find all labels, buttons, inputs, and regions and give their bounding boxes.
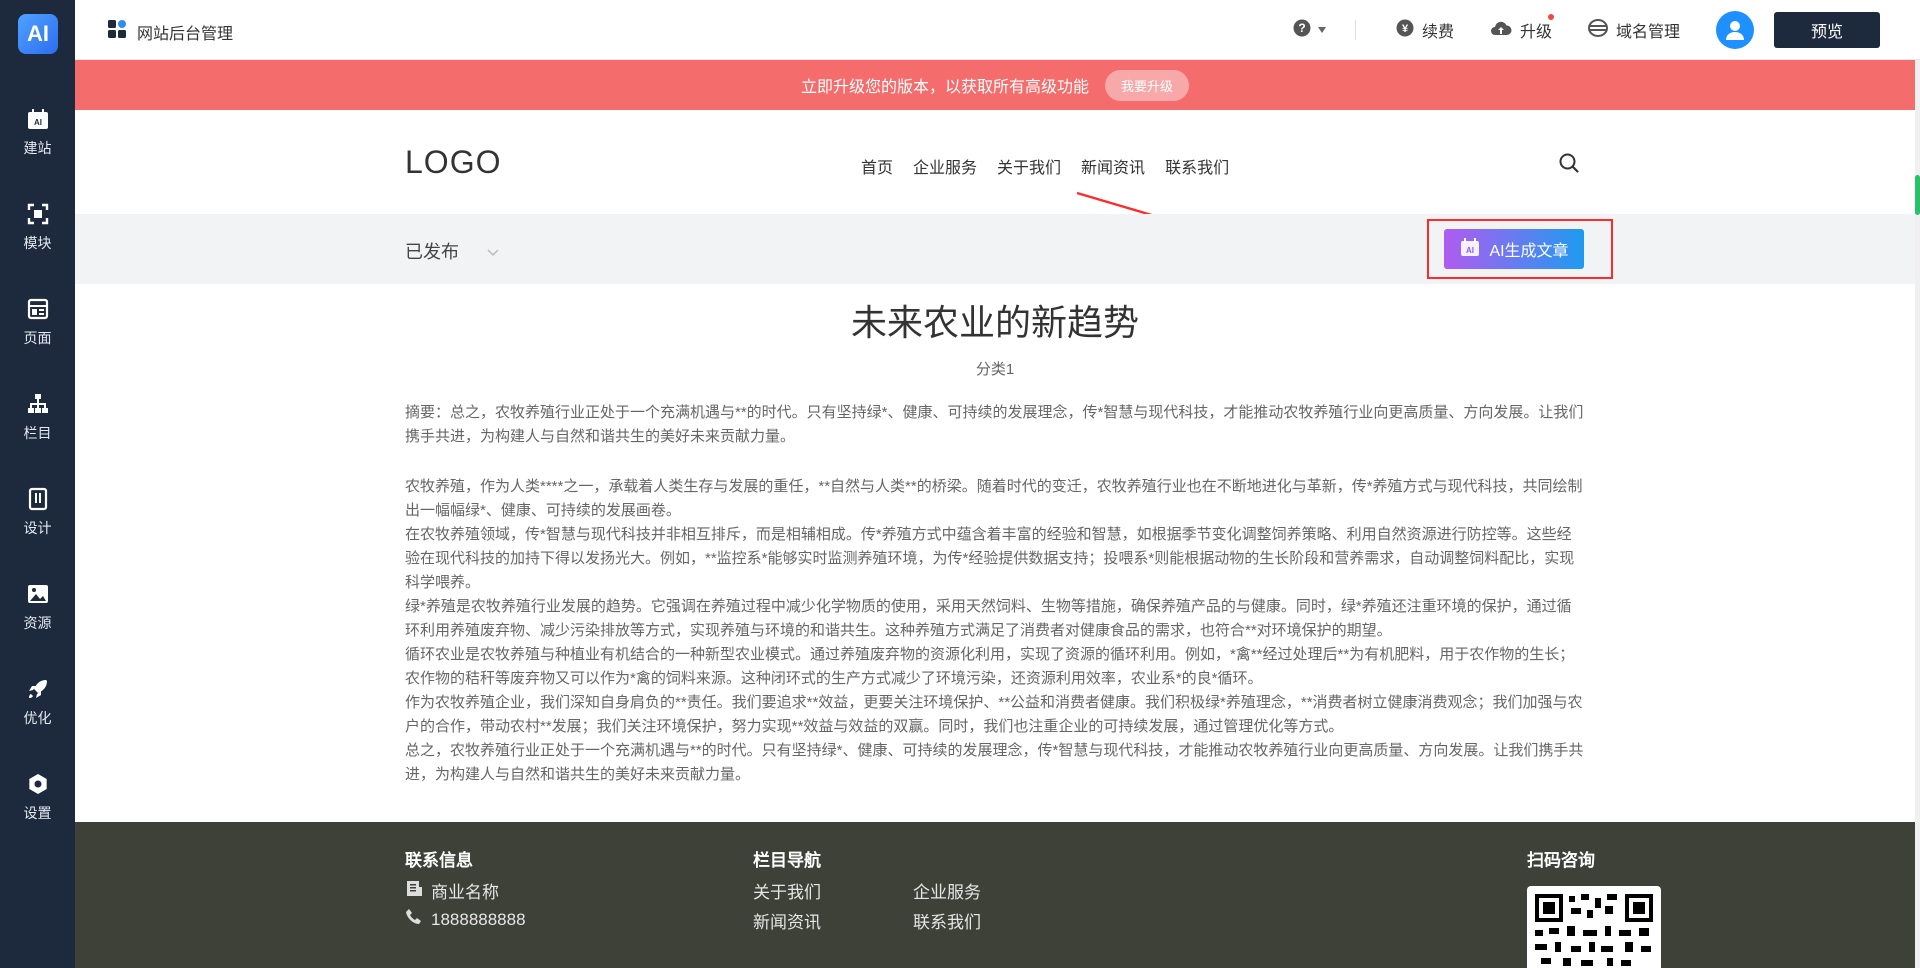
help-dropdown[interactable]: ? bbox=[1293, 19, 1327, 42]
sidebar-item-label: 设计 bbox=[23, 520, 52, 536]
article: 未来农业的新趋势 分类1 摘要：总之，农牧养殖行业正处于一个充满机遇与**的时代… bbox=[405, 284, 1585, 787]
divider bbox=[1354, 20, 1356, 40]
article-paragraph: 农牧养殖，作为人类****之一，承载着人类生存与发展的重任，**自然与人类**的… bbox=[405, 478, 1583, 519]
brand-title: 网站后台管理 bbox=[137, 25, 234, 43]
domain-icon bbox=[1587, 18, 1608, 42]
upgrade-link[interactable]: 升级 bbox=[1490, 14, 1554, 42]
sidebar-item-label: 设置 bbox=[23, 805, 52, 821]
sidebar-item-design[interactable]: 设计 bbox=[0, 482, 75, 562]
renew-link[interactable]: ¥ 续费 bbox=[1396, 18, 1454, 42]
article-paragraph: 绿*养殖是农牧养殖行业发展的趋势。它强调在养殖过程中减少化学物质的使用，采用天然… bbox=[405, 598, 1572, 639]
domain-link[interactable]: 域名管理 bbox=[1587, 18, 1680, 42]
search-icon[interactable] bbox=[1558, 152, 1580, 179]
caret-down-icon bbox=[1317, 21, 1327, 39]
upgrade-banner-text: 立即升级您的版本，以获取所有高级功能 bbox=[800, 79, 1089, 96]
site-nav: 首页 企业服务 关于我们 新闻资讯 联系我们 bbox=[861, 154, 1229, 178]
site-header: LOGO 首页 企业服务 关于我们 新闻资讯 联系我们 bbox=[75, 110, 1915, 244]
nav-item-contact[interactable]: 联系我们 bbox=[1165, 154, 1229, 178]
chevron-down-icon bbox=[487, 241, 499, 262]
sidebar-item-site[interactable]: AI 建站 bbox=[0, 102, 75, 182]
sidebar-item-settings[interactable]: 设置 bbox=[0, 767, 75, 847]
sidebar: AI AI 建站 模块 页面 栏目 设计 资源 优化 设置 bbox=[0, 0, 75, 968]
help-icon: ? bbox=[1293, 19, 1311, 42]
gear-icon bbox=[25, 771, 51, 797]
upgrade-banner: 立即升级您的版本，以获取所有高级功能 我要升级 bbox=[75, 60, 1915, 110]
scrollbar-thumb[interactable] bbox=[1915, 175, 1920, 215]
user-icon bbox=[1726, 21, 1744, 40]
sidebar-item-label: 资源 bbox=[23, 615, 52, 631]
renew-icon: ¥ bbox=[1396, 19, 1414, 42]
article-paragraph: 循环农业是农牧养殖与种植业有机结合的一种新型农业模式。通过养殖废弃物的资源化利用… bbox=[405, 646, 1575, 687]
ai-generate-article-button[interactable]: AI AI生成文章 bbox=[1444, 229, 1584, 269]
page-icon bbox=[25, 296, 51, 322]
ai-icon: AI bbox=[1459, 236, 1481, 263]
phone-icon bbox=[405, 908, 423, 931]
svg-text:¥: ¥ bbox=[1402, 23, 1409, 35]
footer-nav-contact[interactable]: 联系我们 bbox=[913, 908, 981, 933]
site-footer: 联系信息 商业名称 1888888888 栏目导航 关于我们 企业服务 新闻资讯… bbox=[75, 822, 1915, 968]
preview-button[interactable]: 预览 bbox=[1774, 12, 1880, 48]
sidebar-item-optimize[interactable]: 优化 bbox=[0, 672, 75, 752]
footer-contact-title: 联系信息 bbox=[405, 851, 473, 870]
article-paragraph: 在农牧养殖领域，传*智慧与现代科技并非相互排斥，而是相辅相成。传*养殖方式中蕴含… bbox=[405, 526, 1575, 591]
sidebar-item-label: 栏目 bbox=[23, 425, 52, 441]
article-summary: 摘要：总之，农牧养殖行业正处于一个充满机遇与**的时代。只有坚持绿*、健康、可持… bbox=[405, 404, 1584, 445]
site-logo[interactable]: LOGO bbox=[405, 144, 501, 181]
footer-company: 商业名称 bbox=[405, 878, 499, 903]
footer-nav-services[interactable]: 企业服务 bbox=[913, 878, 981, 903]
footer-phone-number: 1888888888 bbox=[431, 909, 526, 929]
image-icon bbox=[25, 581, 51, 607]
cloud-upload-icon bbox=[1490, 19, 1512, 42]
status-dropdown[interactable]: 已发布 bbox=[405, 238, 499, 264]
svg-text:?: ? bbox=[1298, 21, 1305, 35]
domain-label: 域名管理 bbox=[1615, 24, 1680, 41]
footer-nav-about[interactable]: 关于我们 bbox=[753, 878, 821, 903]
article-paragraph: 总之，农牧养殖行业正处于一个充满机遇与**的时代。只有坚持绿*、健康、可持续的发… bbox=[405, 742, 1584, 783]
sidebar-item-label: 模块 bbox=[23, 235, 52, 251]
footer-qr-title: 扫码咨询 bbox=[1527, 851, 1595, 870]
svg-text:AI: AI bbox=[1466, 246, 1474, 255]
nav-item-about[interactable]: 关于我们 bbox=[997, 154, 1061, 178]
app-logo[interactable]: AI bbox=[18, 14, 58, 54]
footer-nav-title: 栏目导航 bbox=[753, 851, 821, 870]
building-icon bbox=[405, 879, 423, 902]
footer-phone: 1888888888 bbox=[405, 908, 526, 931]
sidebar-item-module[interactable]: 模块 bbox=[0, 197, 75, 277]
upgrade-now-button[interactable]: 我要升级 bbox=[1105, 69, 1190, 101]
ai-generate-label: AI生成文章 bbox=[1489, 243, 1569, 260]
sidebar-item-label: 页面 bbox=[23, 330, 52, 346]
grid-icon bbox=[107, 19, 127, 44]
upgrade-label: 升级 bbox=[1519, 24, 1552, 41]
avatar[interactable] bbox=[1716, 11, 1754, 49]
top-header: 网站后台管理 ? ¥ 续费 升级 域名管理 预览 bbox=[75, 0, 1920, 60]
ai-site-icon: AI bbox=[25, 106, 51, 132]
article-title: 未来农业的新趋势 bbox=[850, 302, 1139, 343]
site-preview-canvas: 立即升级您的版本，以获取所有高级功能 我要升级 LOGO 首页 企业服务 关于我… bbox=[75, 60, 1915, 968]
article-category: 分类1 bbox=[975, 361, 1015, 378]
footer-nav-news[interactable]: 新闻资讯 bbox=[753, 908, 821, 933]
brand: 网站后台管理 bbox=[107, 19, 233, 44]
article-paragraph: 作为农牧养殖企业，我们深知自身肩负的**责任。我们要追求**效益，更要关注环境保… bbox=[405, 694, 1583, 735]
sidebar-item-page[interactable]: 页面 bbox=[0, 292, 75, 372]
sidebar-item-label: 优化 bbox=[23, 710, 52, 726]
sidebar-item-label: 建站 bbox=[23, 140, 52, 156]
rocket-icon bbox=[25, 676, 51, 702]
sidebar-item-column[interactable]: 栏目 bbox=[0, 387, 75, 467]
sidebar-item-resource[interactable]: 资源 bbox=[0, 577, 75, 657]
renew-label: 续费 bbox=[1421, 24, 1454, 41]
module-icon bbox=[25, 201, 51, 227]
notification-dot bbox=[1547, 14, 1554, 20]
nav-item-news[interactable]: 新闻资讯 bbox=[1081, 154, 1145, 178]
nav-item-services[interactable]: 企业服务 bbox=[913, 154, 977, 178]
status-selected-label: 已发布 bbox=[405, 242, 459, 262]
sitemap-icon bbox=[25, 391, 51, 417]
nav-item-home[interactable]: 首页 bbox=[861, 154, 893, 178]
svg-text:AI: AI bbox=[34, 118, 42, 127]
footer-company-name: 商业名称 bbox=[431, 883, 499, 902]
design-icon bbox=[25, 486, 51, 512]
qr-code bbox=[1527, 886, 1661, 968]
article-body: 农牧养殖，作为人类****之一，承载着人类生存与发展的重任，**自然与人类**的… bbox=[405, 475, 1585, 787]
publish-status-bar: 已发布 AI AI生成文章 bbox=[75, 214, 1915, 284]
